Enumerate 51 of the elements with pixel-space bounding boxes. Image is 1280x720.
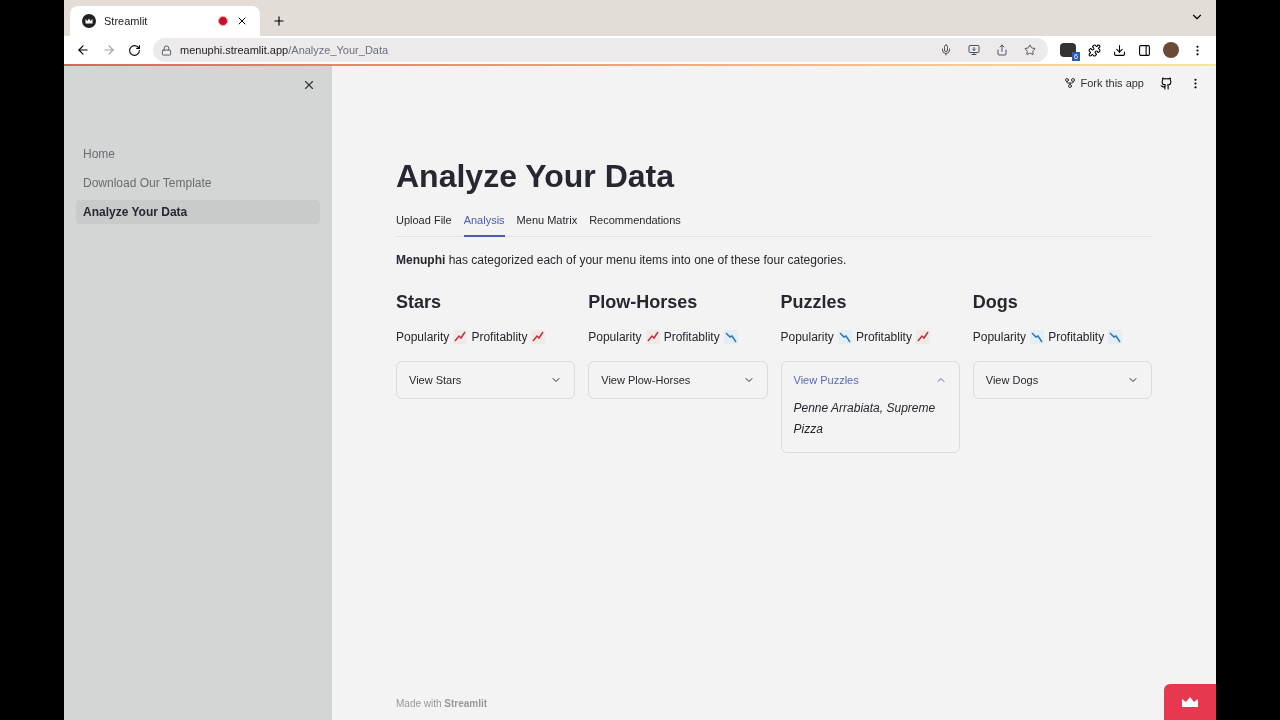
url-text: menuphi.streamlit.app/Analyze_Your_Data [180,42,389,58]
expander-header[interactable]: View Puzzles [781,362,959,398]
streamlit-badge[interactable] [1164,684,1216,720]
tab[interactable]: Analysis [463,210,505,237]
profitability-label: Profitablity [855,329,912,346]
popularity-label: Popularity [588,329,642,346]
install-icon[interactable] [968,44,980,56]
expander-header[interactable]: View Dogs [973,362,1151,398]
category-title: Dogs [972,291,1019,314]
share-icon[interactable] [996,44,1008,56]
category-title: Puzzles [780,291,848,314]
tab[interactable]: Recommendations [589,210,681,237]
fork-button[interactable]: Fork this app [1064,74,1144,92]
fork-icon [1064,77,1077,89]
category-title: Stars [396,291,443,314]
expander-header[interactable]: View Stars [397,362,575,398]
popularity-label: Popularity [396,329,450,346]
profitability-label: Profitablity [471,329,528,346]
github-icon[interactable] [1160,76,1173,90]
intro-text: Menuphi has categorized each of your menu items into one of these four categories. [396,252,848,269]
page-title: Analyze Your Data [396,157,676,196]
expander-header[interactable]: View Plow-Horses [589,362,767,398]
crown-icon [82,14,96,28]
back-icon[interactable] [76,43,90,57]
crown-icon [1181,696,1199,708]
tab-title: Streamlit [104,13,149,29]
close-icon[interactable] [302,78,316,92]
address-bar[interactable]: menuphi.streamlit.app/Analyze_Your_Data [153,38,1048,62]
browser-tab[interactable]: Streamlit [70,6,260,36]
bookmark-icon[interactable] [1024,44,1036,56]
profile-avatar[interactable] [1163,42,1179,58]
close-icon[interactable] [236,15,248,27]
sidebar-item[interactable]: Analyze Your Data [76,200,320,224]
microphone-icon[interactable] [940,44,952,56]
tab[interactable]: Upload File [396,210,452,237]
reload-icon[interactable] [128,43,141,57]
download-icon[interactable] [1113,43,1126,57]
profitability-label: Profitablity [1048,329,1105,346]
popularity-label: Popularity [972,329,1027,346]
sidebar-item[interactable]: Download Our Template [76,171,320,195]
lock-icon [161,44,172,56]
extensions-icon[interactable] [1088,43,1101,57]
profitability-label: Profitablity [663,329,720,346]
category-title: Plow-Horses [588,291,699,314]
expander-content: Penne Arrabiata, Supreme Pizza [792,400,937,438]
sidebar-item[interactable]: Home [76,142,320,166]
popularity-label: Popularity [780,329,834,346]
tab[interactable]: Menu Matrix [516,210,578,237]
footer-text: Made with Streamlit [396,696,488,711]
new-tab-icon[interactable] [272,14,286,28]
side-panel-icon[interactable] [1138,43,1151,57]
